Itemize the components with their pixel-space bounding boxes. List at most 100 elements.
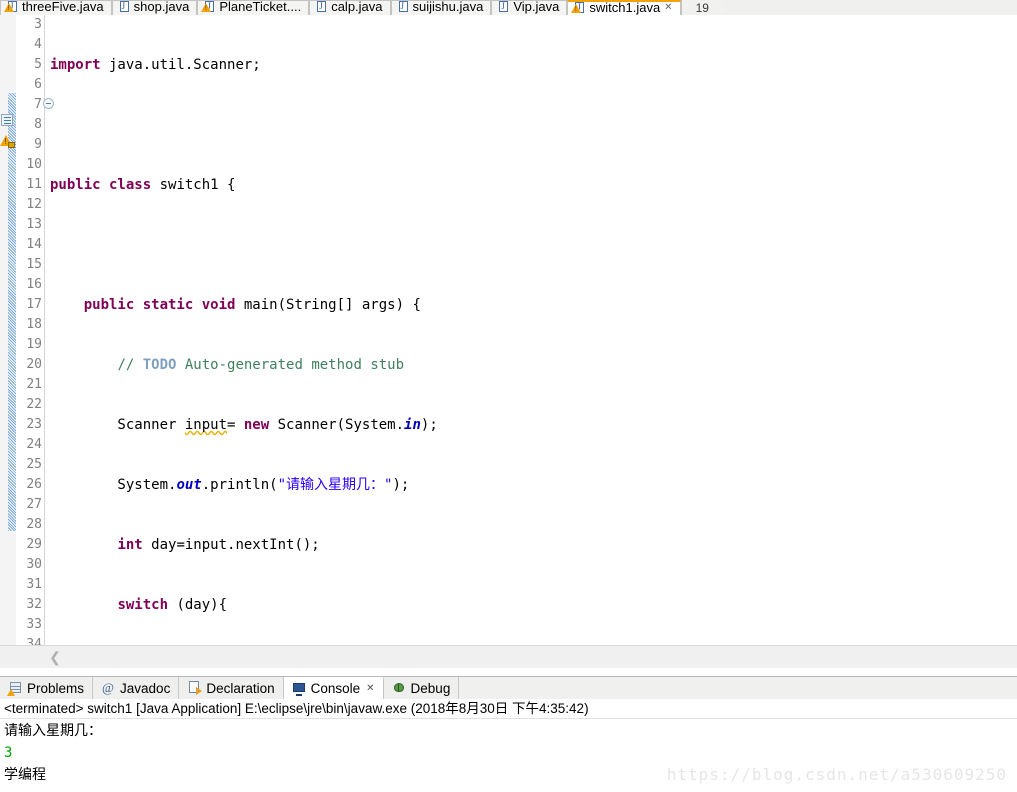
console-output-line: 学编程 — [4, 767, 46, 783]
java-file-warning-icon: J — [201, 1, 215, 13]
close-icon[interactable]: ✕ — [664, 2, 672, 13]
editor-tab-label: switch1.java — [589, 0, 661, 15]
warning-icon[interactable]: ! — [0, 133, 15, 148]
editor-tab-shop[interactable]: J shop.java — [111, 0, 198, 15]
close-icon[interactable]: ✕ — [366, 683, 374, 694]
console-monitor-icon — [292, 682, 306, 696]
line-number: 3 — [34, 17, 42, 32]
debug-bug-icon — [392, 681, 406, 695]
code-line-5[interactable]: public class switch1 { — [46, 175, 1017, 195]
editor-change-stripe — [8, 93, 16, 531]
line-number: 26 — [26, 477, 42, 492]
problems-icon — [7, 681, 22, 696]
scrollbar-track[interactable] — [64, 650, 1017, 664]
editor-tab-label: Vip.java — [513, 0, 560, 14]
editor-tab-label: threeFive.java — [22, 0, 104, 14]
editor-tab-threeFive[interactable]: J threeFive.java — [0, 0, 112, 15]
line-number: 9 — [34, 137, 42, 152]
line-number: 14 — [26, 237, 42, 252]
line-number: 27 — [26, 497, 42, 512]
line-number: 30 — [26, 557, 42, 572]
line-number: 32 — [26, 597, 42, 612]
line-number: 10 — [26, 157, 42, 172]
view-tab-label: Problems — [27, 680, 85, 696]
editor-tab-bar: J threeFive.java J shop.java J PlaneTick… — [0, 0, 1017, 16]
line-number: 20 — [26, 357, 42, 372]
tab-declaration[interactable]: Declaration — [179, 677, 284, 699]
watermark: https://blog.csdn.net/a530609250 — [666, 765, 1007, 784]
java-file-icon: J — [397, 1, 409, 13]
line-number: 6 — [34, 77, 42, 92]
gutter-separator — [44, 15, 45, 645]
editor-tab-label: suijishu.java — [412, 0, 484, 14]
line-number: 22 — [26, 397, 42, 412]
console-status-line: <terminated> switch1 [Java Application] … — [0, 699, 1017, 719]
view-tab-label: Console — [310, 681, 361, 696]
editor-tab-vip[interactable]: J Vip.java — [491, 0, 568, 15]
tab-problems[interactable]: Problems — [0, 677, 94, 699]
tab-debug[interactable]: Debug — [383, 677, 460, 699]
code-line-4[interactable] — [46, 115, 1017, 135]
line-number: 23 — [26, 417, 42, 432]
editor-tab-calp[interactable]: J calp.java — [309, 0, 391, 15]
line-number: 15 — [26, 257, 42, 272]
code-line-3[interactable]: import java.util.Scanner; — [46, 55, 1017, 75]
code-line-10[interactable]: System.out.println("请输入星期几："); — [46, 475, 1017, 495]
java-file-warning-icon: J — [571, 1, 585, 14]
editor-tab-label: PlaneTicket.... — [219, 0, 302, 14]
view-tab-bar: Problems @ Javadoc Declaration Console ✕… — [0, 676, 1017, 700]
line-number: 31 — [26, 577, 42, 592]
view-tab-label: Declaration — [206, 680, 275, 696]
java-file-icon: J — [315, 1, 327, 13]
declaration-icon — [187, 681, 203, 695]
line-number: 4 — [34, 37, 42, 52]
javadoc-at-icon: @ — [102, 680, 115, 695]
editor-tab-label: shop.java — [133, 0, 190, 14]
line-number: 5 — [34, 57, 42, 72]
line-number: 33 — [26, 617, 42, 632]
editor-tab-planeticket[interactable]: J PlaneTicket.... — [197, 0, 310, 15]
line-number: 28 — [26, 517, 42, 532]
line-number: 13 — [26, 217, 42, 232]
line-number: 18 — [26, 317, 42, 332]
line-number: 19 — [26, 337, 42, 352]
code-line-9[interactable]: Scanner input= new Scanner(System.in); — [46, 415, 1017, 435]
code-editor[interactable]: ! 3 4 5 6 7 8 9 10 11 12 13 14 15 16 17 … — [0, 15, 1017, 645]
console-output-line-user-input: 3 — [4, 745, 13, 761]
java-file-icon: J — [497, 1, 509, 13]
line-number: 16 — [26, 277, 42, 292]
editor-horizontal-scrollbar[interactable]: ❮ — [0, 645, 1017, 668]
view-tab-label: Javadoc — [120, 680, 171, 696]
view-tab-label: Debug — [410, 680, 451, 696]
todo-task-icon[interactable] — [0, 113, 15, 128]
line-number: 11 — [26, 177, 42, 192]
line-number: 34 — [26, 637, 42, 645]
line-number: 24 — [26, 437, 42, 452]
line-number-gutter: 3 4 5 6 7 8 9 10 11 12 13 14 15 16 17 18… — [16, 15, 44, 645]
java-file-icon: J — [118, 1, 130, 13]
line-number: 8 — [34, 117, 42, 132]
line-number: 17 — [26, 297, 42, 312]
editor-tab-switch1[interactable]: J switch1.java ✕ — [567, 0, 681, 15]
code-line-12[interactable]: switch (day){ — [46, 595, 1017, 615]
code-line-8[interactable]: // TODO Auto-generated method stub — [46, 355, 1017, 375]
java-file-warning-icon: J — [4, 1, 18, 13]
tab-console[interactable]: Console ✕ — [283, 677, 384, 699]
line-number: 29 — [26, 537, 42, 552]
code-line-6[interactable] — [46, 235, 1017, 255]
scroll-left-icon[interactable]: ❮ — [46, 648, 64, 666]
tab-javadoc[interactable]: @ Javadoc — [93, 677, 180, 699]
code-line-7[interactable]: public static void main(String[] args) { — [46, 295, 1017, 315]
line-number: 25 — [26, 457, 42, 472]
console-output-line: 请输入星期几： — [4, 723, 102, 739]
line-number: 7 — [34, 97, 42, 112]
editor-tab-label: calp.java — [331, 0, 383, 14]
overflow-count-label: 19 — [695, 0, 709, 15]
code-line-11[interactable]: int day=input.nextInt(); — [46, 535, 1017, 555]
bottom-view-panel: Problems @ Javadoc Declaration Console ✕… — [0, 668, 1017, 792]
line-number: 21 — [26, 377, 42, 392]
editor-tab-overflow-count[interactable]: 19 — [680, 0, 723, 15]
editor-tab-suijishu[interactable]: J suijishu.java — [390, 0, 492, 15]
line-number: 12 — [26, 197, 42, 212]
code-text[interactable]: import java.util.Scanner; public class s… — [46, 15, 1017, 645]
